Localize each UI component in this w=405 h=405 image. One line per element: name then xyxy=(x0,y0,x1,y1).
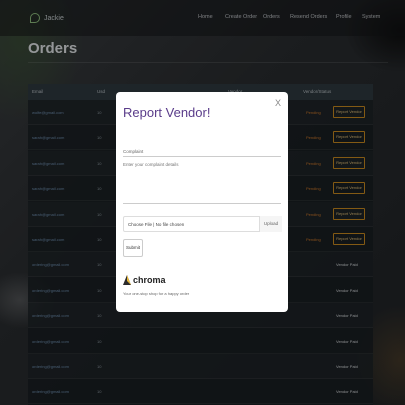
complaint-underline xyxy=(123,156,281,157)
upload-button[interactable]: Upload xyxy=(259,216,282,232)
report-vendor-modal: Report Vendor! X Complaint Choose File |… xyxy=(116,92,288,312)
chroma-brand: chroma xyxy=(133,275,166,285)
complaint-textarea[interactable] xyxy=(123,158,281,204)
chroma-logo: chroma xyxy=(123,275,166,285)
file-chooser[interactable]: Choose File | No file chosen xyxy=(128,222,184,227)
close-icon[interactable]: X xyxy=(275,98,281,108)
submit-button[interactable]: Submit xyxy=(123,239,143,257)
modal-title: Report Vendor! xyxy=(123,105,211,120)
chroma-tagline: Your one-stop shop for a happy order xyxy=(123,291,190,296)
file-input-group: Choose File | No file chosen Upload xyxy=(123,216,282,232)
chroma-mark-icon xyxy=(123,275,131,285)
complaint-label: Complaint xyxy=(123,149,144,154)
